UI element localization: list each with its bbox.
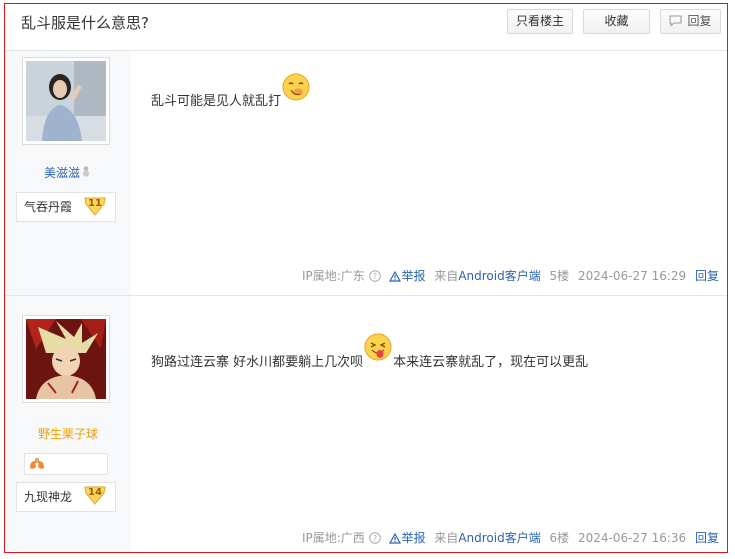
- member-badge[interactable]: 九现神龙 14: [16, 482, 116, 512]
- level-badge: 14: [83, 484, 107, 506]
- snowman-icon: [82, 166, 90, 177]
- avatar[interactable]: [22, 315, 110, 403]
- comment-icon: [669, 15, 682, 26]
- level-number: 11: [88, 198, 102, 209]
- report-link[interactable]: 举报: [401, 269, 425, 283]
- warning-icon: [389, 533, 402, 544]
- lungs-icon: [30, 458, 44, 469]
- level-number: 14: [88, 487, 102, 498]
- avatar-image: [26, 319, 106, 399]
- only-op-button[interactable]: 只看楼主: [507, 9, 573, 34]
- thread-title: 乱斗服是什么意思?: [21, 14, 149, 32]
- reply-button-label: 回复: [687, 14, 712, 28]
- author-sidebar: 野生栗子球 九现神龙 14: [5, 296, 131, 552]
- post-floor-5: 美滋滋 气吞丹霞 11 乱斗可能是见人就乱打 IP属地:广东 ? 举报 来自An…: [5, 51, 727, 296]
- reply-link[interactable]: 回复: [695, 531, 719, 545]
- thread-header: 乱斗服是什么意思? 只看楼主 收藏 回复: [5, 4, 727, 51]
- username[interactable]: 野生栗子球: [5, 426, 131, 442]
- post-meta: IP属地:广东 ? 举报 来自Android客户端 5楼 2024-06-27 …: [302, 268, 719, 284]
- author-sidebar: 美滋滋 气吞丹霞 11: [5, 51, 131, 295]
- client-link[interactable]: Android客户端: [458, 269, 540, 283]
- help-icon[interactable]: ?: [368, 270, 381, 282]
- favorite-button[interactable]: 收藏: [583, 9, 650, 34]
- avatar[interactable]: [22, 57, 110, 145]
- report-link[interactable]: 举报: [401, 531, 425, 545]
- medal-bar: [24, 453, 108, 475]
- reply-button[interactable]: 回复: [660, 9, 721, 34]
- post-time: 2024-06-27 16:29: [578, 269, 687, 283]
- emoji-giggle-icon: [282, 73, 310, 101]
- thread-frame: 乱斗服是什么意思? 只看楼主 收藏 回复 美滋滋 气吞丹霞 11 乱斗可能是见人…: [4, 3, 728, 553]
- badge-name: 九现神龙: [24, 490, 73, 504]
- member-badge[interactable]: 气吞丹霞 11: [16, 192, 116, 222]
- emoji-tongue-icon: [364, 333, 392, 361]
- from-label: 来自: [434, 531, 459, 545]
- avatar-image: [26, 61, 106, 141]
- username[interactable]: 美滋滋: [5, 165, 131, 181]
- from-label: 来自: [434, 269, 459, 283]
- post-text: 乱斗可能是见人就乱打: [151, 94, 282, 109]
- svg-text:?: ?: [373, 272, 377, 281]
- post-content: 乱斗可能是见人就乱打: [151, 72, 311, 112]
- post-text-continued: 本来连云寨就乱了，现在可以更乱: [393, 355, 589, 370]
- floor-number: 5楼: [549, 269, 570, 283]
- post-text: 狗路过连云寨 好水川都要躺上几次呗: [151, 355, 364, 370]
- post-floor-6: 野生栗子球 九现神龙 14 狗路过连云寨 好水川都要躺上几次呗 本来连云寨就乱了，…: [5, 296, 727, 552]
- ip-location: IP属地:广东: [301, 269, 365, 283]
- help-icon[interactable]: ?: [368, 532, 381, 544]
- floor-number: 6楼: [549, 531, 570, 545]
- badge-name: 气吞丹霞: [24, 200, 73, 214]
- level-badge: 11: [83, 195, 107, 217]
- ip-location: IP属地:广西: [301, 531, 365, 545]
- post-content: 狗路过连云寨 好水川都要躺上几次呗 本来连云寨就乱了，现在可以更乱: [151, 332, 588, 373]
- reply-link[interactable]: 回复: [695, 269, 719, 283]
- post-meta: IP属地:广西 ? 举报 来自Android客户端 6楼 2024-06-27 …: [302, 530, 719, 546]
- client-link[interactable]: Android客户端: [458, 531, 540, 545]
- svg-text:?: ?: [373, 534, 377, 543]
- warning-icon: [389, 271, 402, 282]
- post-time: 2024-06-27 16:36: [578, 531, 687, 545]
